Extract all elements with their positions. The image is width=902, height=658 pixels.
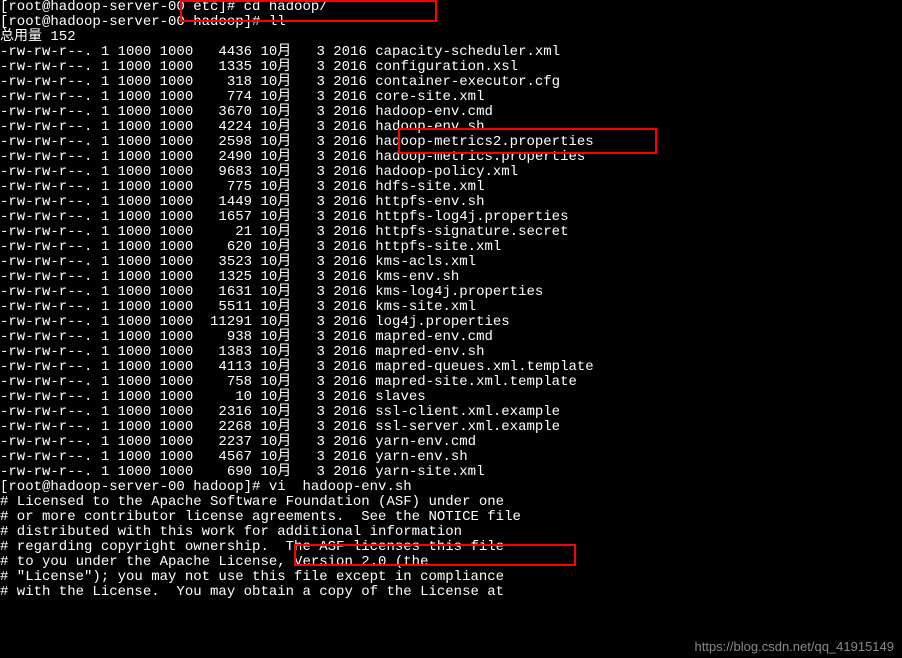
- file-entry: -rw-rw-r--. 1 1000 1000 774 10月 3 2016 c…: [0, 90, 902, 105]
- file-entry: -rw-rw-r--. 1 1000 1000 4436 10月 3 2016 …: [0, 45, 902, 60]
- file-entry: -rw-rw-r--. 1 1000 1000 1449 10月 3 2016 …: [0, 195, 902, 210]
- file-entry: -rw-rw-r--. 1 1000 1000 1631 10月 3 2016 …: [0, 285, 902, 300]
- total-line: 总用量 152: [0, 30, 902, 45]
- file-entry: -rw-rw-r--. 1 1000 1000 9683 10月 3 2016 …: [0, 165, 902, 180]
- license-line: # regarding copyright ownership. The ASF…: [0, 540, 902, 555]
- prompt-line-ll: [root@hadoop-server-00 hadoop]# ll: [0, 15, 902, 30]
- prompt-line-vi: [root@hadoop-server-00 hadoop]# vi hadoo…: [0, 480, 902, 495]
- file-entry: -rw-rw-r--. 1 1000 1000 4224 10月 3 2016 …: [0, 120, 902, 135]
- file-entry: -rw-rw-r--. 1 1000 1000 2268 10月 3 2016 …: [0, 420, 902, 435]
- license-line: # Licensed to the Apache Software Founda…: [0, 495, 902, 510]
- file-entry: -rw-rw-r--. 1 1000 1000 4567 10月 3 2016 …: [0, 450, 902, 465]
- file-entry: -rw-rw-r--. 1 1000 1000 1657 10月 3 2016 …: [0, 210, 902, 225]
- file-entry: -rw-rw-r--. 1 1000 1000 758 10月 3 2016 m…: [0, 375, 902, 390]
- file-entry: -rw-rw-r--. 1 1000 1000 3523 10月 3 2016 …: [0, 255, 902, 270]
- license-line: # with the License. You may obtain a cop…: [0, 585, 902, 600]
- license-line: # distributed with this work for additio…: [0, 525, 902, 540]
- file-entry: -rw-rw-r--. 1 1000 1000 2237 10月 3 2016 …: [0, 435, 902, 450]
- file-entry: -rw-rw-r--. 1 1000 1000 1335 10月 3 2016 …: [0, 60, 902, 75]
- file-entry: -rw-rw-r--. 1 1000 1000 318 10月 3 2016 c…: [0, 75, 902, 90]
- file-entry: -rw-rw-r--. 1 1000 1000 1325 10月 3 2016 …: [0, 270, 902, 285]
- terminal-output[interactable]: [root@hadoop-server-00 etc]# cd hadoop/[…: [0, 0, 902, 600]
- file-entry: -rw-rw-r--. 1 1000 1000 2316 10月 3 2016 …: [0, 405, 902, 420]
- watermark-text: https://blog.csdn.net/qq_41915149: [695, 639, 895, 654]
- license-line: # to you under the Apache License, Versi…: [0, 555, 902, 570]
- file-entry: -rw-rw-r--. 1 1000 1000 11291 10月 3 2016…: [0, 315, 902, 330]
- license-line: # "License"); you may not use this file …: [0, 570, 902, 585]
- file-entry: -rw-rw-r--. 1 1000 1000 3670 10月 3 2016 …: [0, 105, 902, 120]
- license-line: # or more contributor license agreements…: [0, 510, 902, 525]
- file-entry: -rw-rw-r--. 1 1000 1000 690 10月 3 2016 y…: [0, 465, 902, 480]
- file-entry: -rw-rw-r--. 1 1000 1000 10 10月 3 2016 sl…: [0, 390, 902, 405]
- file-entry: -rw-rw-r--. 1 1000 1000 21 10月 3 2016 ht…: [0, 225, 902, 240]
- file-entry: -rw-rw-r--. 1 1000 1000 2490 10月 3 2016 …: [0, 150, 902, 165]
- file-entry: -rw-rw-r--. 1 1000 1000 2598 10月 3 2016 …: [0, 135, 902, 150]
- file-entry: -rw-rw-r--. 1 1000 1000 1383 10月 3 2016 …: [0, 345, 902, 360]
- file-entry: -rw-rw-r--. 1 1000 1000 4113 10月 3 2016 …: [0, 360, 902, 375]
- file-entry: -rw-rw-r--. 1 1000 1000 938 10月 3 2016 m…: [0, 330, 902, 345]
- file-entry: -rw-rw-r--. 1 1000 1000 5511 10月 3 2016 …: [0, 300, 902, 315]
- file-entry: -rw-rw-r--. 1 1000 1000 775 10月 3 2016 h…: [0, 180, 902, 195]
- file-entry: -rw-rw-r--. 1 1000 1000 620 10月 3 2016 h…: [0, 240, 902, 255]
- prompt-line-cd: [root@hadoop-server-00 etc]# cd hadoop/: [0, 0, 902, 15]
